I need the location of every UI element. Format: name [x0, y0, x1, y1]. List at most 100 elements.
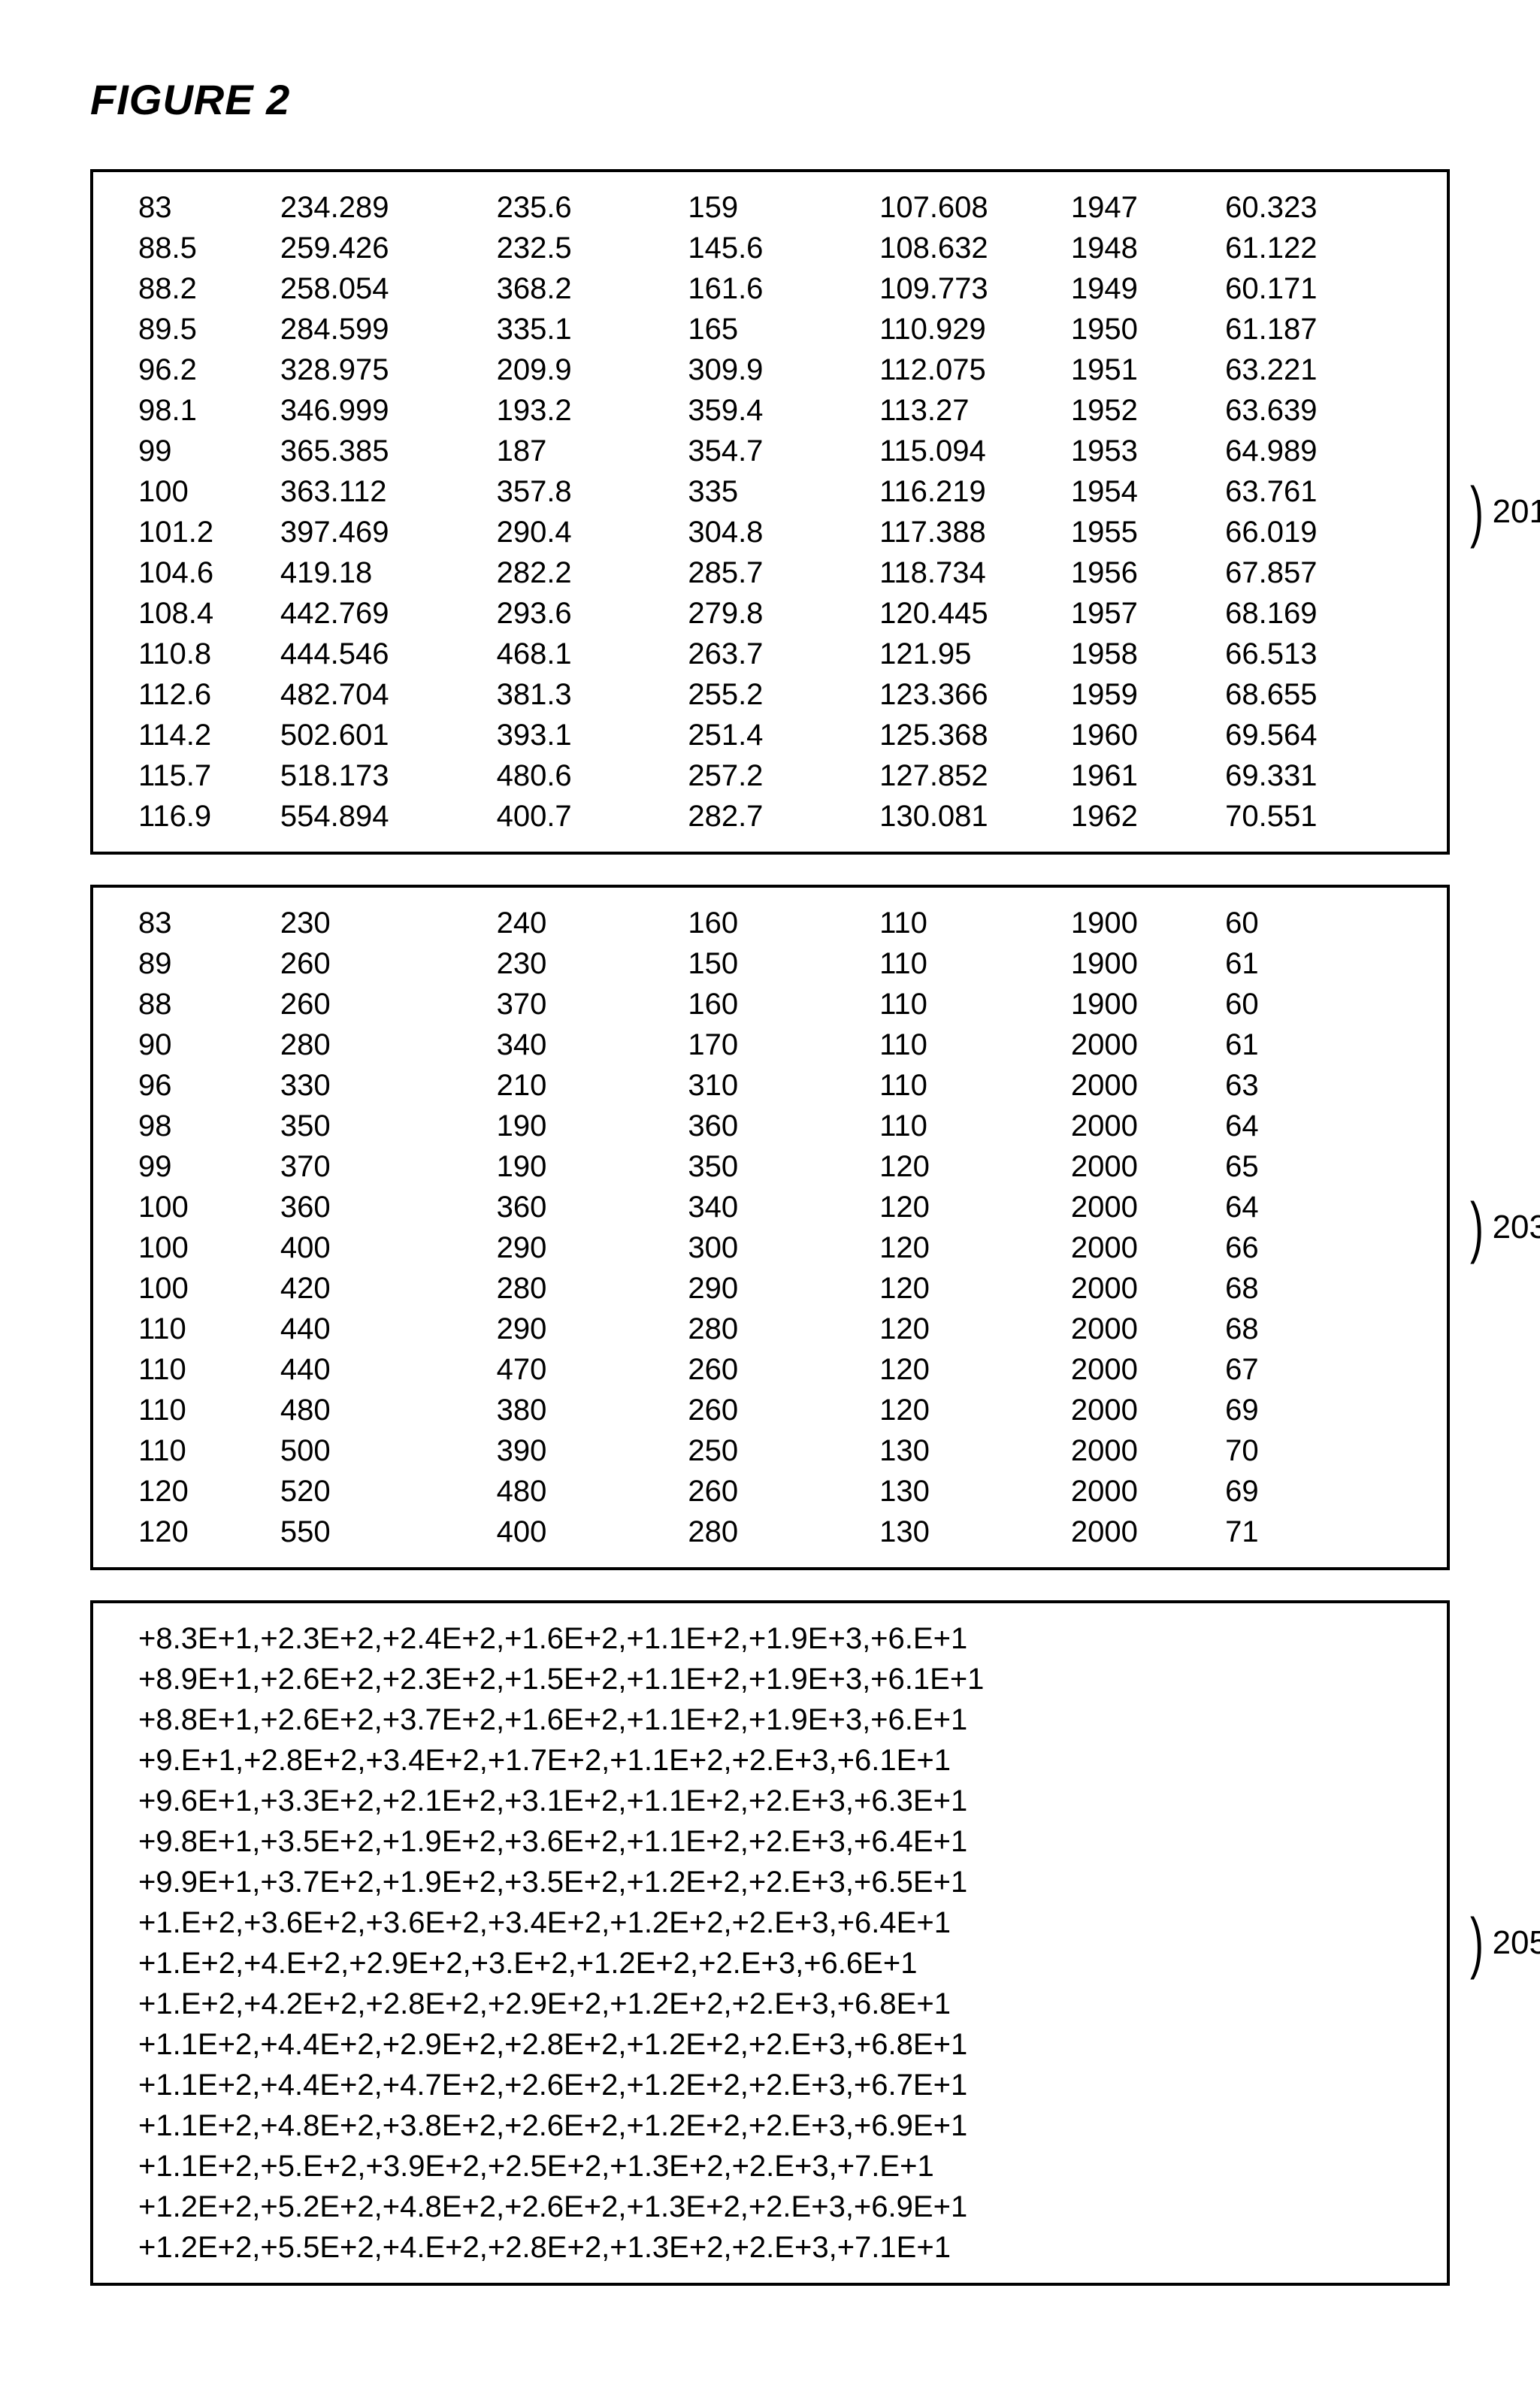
data-cell: 260: [688, 1390, 879, 1430]
data-cell: 234.289: [280, 187, 497, 228]
data-cell: 290: [497, 1309, 688, 1349]
data-cell: 90: [138, 1024, 280, 1065]
data-cell: 130: [879, 1512, 1071, 1552]
data-cell: 282.7: [688, 796, 879, 837]
data-cell: 89.5: [138, 309, 280, 350]
data-cell: 88: [138, 984, 280, 1024]
data-cell: 210: [497, 1065, 688, 1106]
data-cell: 468.1: [497, 634, 688, 674]
data-cell: 120: [138, 1471, 280, 1512]
data-cell: 258.054: [280, 268, 497, 309]
data-cell: 2000: [1071, 1227, 1225, 1268]
data-cell: 370: [280, 1146, 497, 1187]
data-cell: 390: [497, 1430, 688, 1471]
data-cell: 113.27: [879, 390, 1071, 431]
data-cell: 120: [879, 1390, 1071, 1430]
data-cell: 1950: [1071, 309, 1225, 350]
callout-label: 203: [1493, 1209, 1540, 1246]
data-cell: 130: [879, 1430, 1071, 1471]
data-cell: 110.929: [879, 309, 1071, 350]
data-cell: 112.6: [138, 674, 280, 715]
data-cell: 480: [497, 1471, 688, 1512]
data-cell: 108.4: [138, 593, 280, 634]
callout-label: 205: [1493, 1924, 1540, 1962]
data-cell: 61: [1225, 1024, 1417, 1065]
figure-title: FIGURE 2: [90, 75, 1450, 124]
data-cell: 397.469: [280, 512, 497, 552]
data-cell: 112.075: [879, 350, 1071, 390]
table-row: 110500390250130200070: [138, 1430, 1417, 1471]
data-cell: 554.894: [280, 796, 497, 837]
data-cell: 110: [138, 1390, 280, 1430]
table-row: 110440470260120200067: [138, 1349, 1417, 1390]
table-row: 115.7518.173480.6257.2127.852196169.331: [138, 755, 1417, 796]
data-cell: 230: [280, 903, 497, 943]
data-cell: 114.2: [138, 715, 280, 755]
table-row: 101.2397.469290.4304.8117.388195566.019: [138, 512, 1417, 552]
data-cell: 1962: [1071, 796, 1225, 837]
panel-205-wrapper: +8.3E+1,+2.3E+2,+2.4E+2,+1.6E+2,+1.1E+2,…: [90, 1600, 1450, 2286]
data-cell: 64: [1225, 1106, 1417, 1146]
table-row: 98.1346.999193.2359.4113.27195263.639: [138, 390, 1417, 431]
data-cell: 482.704: [280, 674, 497, 715]
data-cell: 115.094: [879, 431, 1071, 471]
data-cell: 340: [497, 1024, 688, 1065]
data-cell: 1959: [1071, 674, 1225, 715]
data-cell: 2000: [1071, 1309, 1225, 1349]
data-cell: 1947: [1071, 187, 1225, 228]
table-row: 110440290280120200068: [138, 1309, 1417, 1349]
data-cell: 1955: [1071, 512, 1225, 552]
data-cell: 190: [497, 1106, 688, 1146]
data-cell: 263.7: [688, 634, 879, 674]
data-cell: 96.2: [138, 350, 280, 390]
data-cell: 98.1: [138, 390, 280, 431]
data-cell: 60.323: [1225, 187, 1417, 228]
data-cell: 110: [138, 1430, 280, 1471]
data-cell: 357.8: [497, 471, 688, 512]
data-cell: 300: [688, 1227, 879, 1268]
data-cell: 293.6: [497, 593, 688, 634]
data-cell: 381.3: [497, 674, 688, 715]
table-row: 100400290300120200066: [138, 1227, 1417, 1268]
data-cell: 110.8: [138, 634, 280, 674]
data-cell: 116.9: [138, 796, 280, 837]
data-cell: 68: [1225, 1309, 1417, 1349]
data-cell: 61.187: [1225, 309, 1417, 350]
table-row: 89.5284.599335.1165110.929195061.187: [138, 309, 1417, 350]
data-cell: 328.975: [280, 350, 497, 390]
data-cell: 125.368: [879, 715, 1071, 755]
data-cell: 61: [1225, 943, 1417, 984]
data-cell: 260: [688, 1471, 879, 1512]
data-cell: 98: [138, 1106, 280, 1146]
data-cell: 440: [280, 1349, 497, 1390]
data-cell: 444.546: [280, 634, 497, 674]
data-cell: 400: [280, 1227, 497, 1268]
data-cell: 110: [138, 1349, 280, 1390]
data-cell: 309.9: [688, 350, 879, 390]
table-row: 99365.385187354.7115.094195364.989: [138, 431, 1417, 471]
data-cell: 100: [138, 1187, 280, 1227]
data-cell: 116.219: [879, 471, 1071, 512]
data-cell: 1958: [1071, 634, 1225, 674]
figure-page: FIGURE 2 83234.289235.6159107.608194760.…: [0, 0, 1540, 2391]
data-cell: 1961: [1071, 755, 1225, 796]
data-cell: 100: [138, 1268, 280, 1309]
table-row: 104.6419.18282.2285.7118.734195667.857: [138, 552, 1417, 593]
data-cell: 190: [497, 1146, 688, 1187]
table-row: 108.4442.769293.6279.8120.445195768.169: [138, 593, 1417, 634]
data-cell: 100: [138, 1227, 280, 1268]
data-cell: 68.655: [1225, 674, 1417, 715]
data-cell: 260: [280, 943, 497, 984]
callout-label: 201: [1493, 493, 1540, 531]
table-row: 114.2502.601393.1251.4125.368196069.564: [138, 715, 1417, 755]
data-cell: 230: [497, 943, 688, 984]
data-cell: 60: [1225, 903, 1417, 943]
data-cell: 2000: [1071, 1065, 1225, 1106]
brace-icon: ): [1470, 478, 1484, 546]
data-cell: 120: [879, 1146, 1071, 1187]
data-cell: 250: [688, 1430, 879, 1471]
table-row: 100420280290120200068: [138, 1268, 1417, 1309]
data-cell: 1900: [1071, 903, 1225, 943]
data-cell: 380: [497, 1390, 688, 1430]
data-cell: 350: [688, 1146, 879, 1187]
